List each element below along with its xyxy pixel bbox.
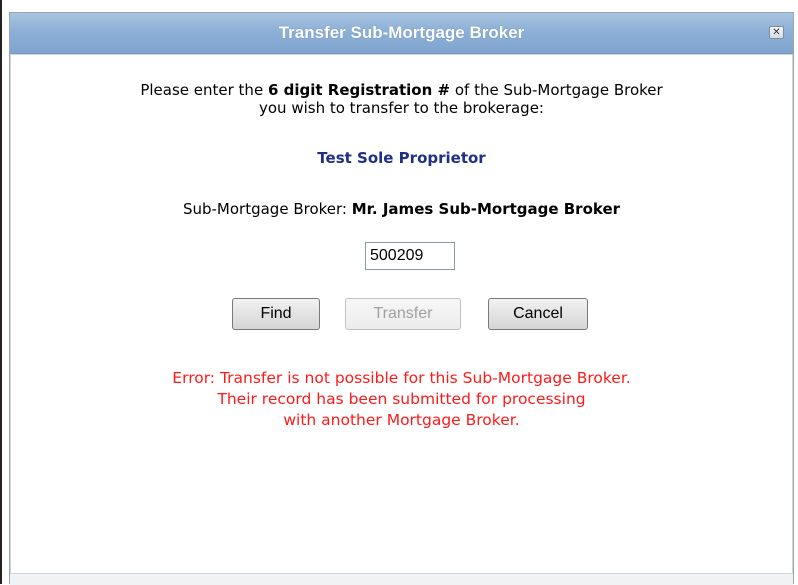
dialog-title: Transfer Sub-Mortgage Broker <box>278 23 525 42</box>
transfer-dialog: Transfer Sub-Mortgage Broker ✕ Please en… <box>9 12 794 585</box>
registration-number-input[interactable] <box>365 242 455 270</box>
close-icon[interactable]: ✕ <box>769 26 784 39</box>
instructions-text: Please enter the 6 digit Registration # … <box>11 81 792 117</box>
instructions-line-1: Please enter the 6 digit Registration # … <box>11 81 792 99</box>
broker-label: Sub-Mortgage Broker: <box>182 200 347 218</box>
background-window-edge <box>0 0 2 584</box>
find-button[interactable]: Find <box>232 298 320 330</box>
instructions-bold: 6 digit Registration # <box>267 81 451 99</box>
error-line-2: Their record has been submitted for proc… <box>217 390 586 408</box>
cancel-button[interactable]: Cancel <box>488 298 588 330</box>
broker-name: Mr. James Sub-Mortgage Broker <box>351 200 621 218</box>
transfer-button[interactable]: Transfer <box>345 298 461 330</box>
instructions-suffix: of the Sub-Mortgage Broker <box>450 81 663 99</box>
brokerage-name: Test Sole Proprietor <box>317 149 486 167</box>
instructions-line-2: you wish to transfer to the brokerage: <box>259 99 544 117</box>
instructions-prefix: Please enter the <box>140 81 268 99</box>
dialog-content: Please enter the 6 digit Registration # … <box>10 54 793 574</box>
broker-line: Sub-Mortgage Broker: Mr. James Sub-Mortg… <box>11 200 792 218</box>
error-message: Error: Transfer is not possible for this… <box>11 368 792 431</box>
error-line-1: Error: Transfer is not possible for this… <box>172 369 631 387</box>
dialog-titlebar[interactable]: Transfer Sub-Mortgage Broker ✕ <box>10 13 793 54</box>
error-line-3: with another Mortgage Broker. <box>283 411 520 429</box>
dialog-footer <box>10 574 793 585</box>
